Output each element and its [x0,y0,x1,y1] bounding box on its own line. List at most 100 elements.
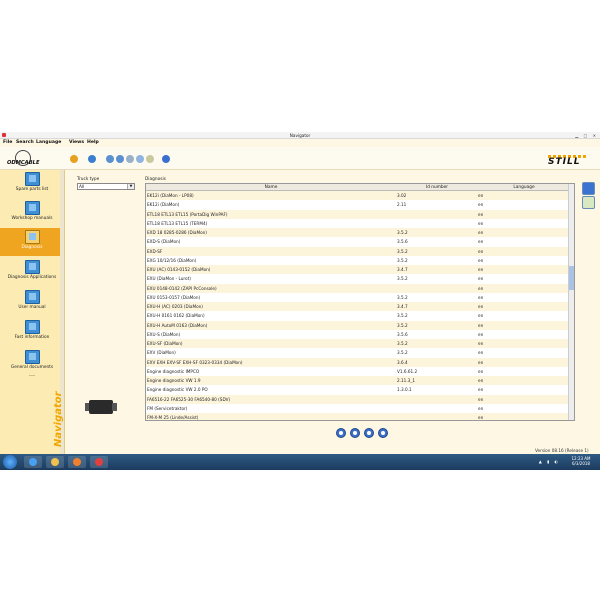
cell-name: EXU-S (DiaMon) [147,331,181,337]
play-icon[interactable] [582,182,595,195]
next-page-icon[interactable] [364,428,374,438]
cell-language: en [478,248,484,254]
sidebar-more[interactable]: ---- [0,374,64,379]
table-row[interactable]: EXU 0153-0157 (DiaMon) 3.5.2 en [146,292,570,302]
table-row[interactable]: EXU-H (AC) 0203 (DiaMon) 3.4.7 en [146,302,570,312]
column-header-id[interactable]: Id number [396,185,478,190]
menu-search[interactable]: Search [16,140,34,145]
cell-name: EXV EXH EXV-SF EXH-SF 0323-0334 (DiaMon) [147,359,243,365]
cell-id: 3.5.2 [397,322,408,328]
truck-type-select[interactable]: All ▼ [77,183,135,190]
sidebar-item-workshop-manuals[interactable]: Workshop manuals [0,199,64,227]
table-row[interactable]: EXV EXH EXV-SF EXH-SF 0323-0334 (DiaMon)… [146,357,570,367]
taskbar-explorer-icon[interactable] [46,456,64,468]
cell-language: en [478,193,484,198]
table-row[interactable]: EXU-SF (DiaMon) 3.5.2 en [146,339,570,349]
taskbar-media-icon[interactable] [68,456,86,468]
table-row[interactable]: ETL18 ETL13 ETL15 (PortaDig WinPAF) en [146,209,570,219]
table-row[interactable]: EXU (DiaMon - Lurot) 3.5.2 en [146,274,570,284]
first-page-icon[interactable] [336,428,346,438]
add-favorite-icon[interactable] [582,196,595,209]
table-row[interactable]: EXD-S (DiaMon) 3.5.6 en [146,237,570,247]
cell-name: EXD-S (DiaMon) [147,239,181,245]
cell-language: en [478,322,484,328]
cell-language: en [478,359,484,365]
start-button-icon[interactable] [3,455,17,469]
search-icon[interactable] [136,155,144,163]
table-row[interactable]: EK12i (DiaMon) 2.11 en [146,200,570,210]
menu-file[interactable]: File [3,140,12,145]
table-row[interactable]: FM (Servicetraktor) en [146,403,570,413]
window-controls[interactable]: ▁ ▢ ✕ [575,133,598,138]
folder-icon [25,172,40,186]
table-row[interactable]: EXV (DiaMon) 3.5.2 en [146,348,570,358]
menu-language[interactable]: Language [36,140,61,145]
sidebar-item-label: General documents [10,365,54,370]
table-row[interactable]: Engine diagnostic IMPCO V1.6.61.2 en [146,366,570,376]
taskbar: ▲ ▮ ◐ 12:23 AM 6/3/2018 [0,454,600,470]
still-logo: STILL [548,155,594,167]
folder-icon [25,201,40,215]
globe-icon[interactable] [88,155,96,163]
last-page-icon[interactable] [378,428,388,438]
cell-language: en [478,276,484,282]
table-row[interactable]: EK12i (DiaMon - LP08) 3.02 en [146,191,570,201]
cell-id: 3.02 [397,193,407,198]
table-scrollbar[interactable] [568,184,574,420]
truck-type-label: Truck type [77,177,100,182]
folder-icon [25,320,40,334]
tools-icon[interactable] [70,155,78,163]
cell-name: FM (Servicetraktor) [147,405,188,411]
device-bracket-right [112,403,117,411]
cell-id: 2.11 [397,202,407,208]
back-icon[interactable] [106,155,114,163]
table-row[interactable]: Engine diagnostic VW 2.0 PO 1.3.0.1 en [146,385,570,395]
cell-id: 3.5.2 [397,313,408,319]
cell-language: en [478,304,484,309]
table-row[interactable]: EXD 18 0285-0286 (DiaMon) 3.5.2 en [146,228,570,238]
scrollbar-thumb[interactable] [569,266,574,290]
table-row[interactable]: ETL18 ETL13 ETL15 (TERM4) en [146,218,570,228]
home-icon[interactable] [146,155,154,163]
cell-id: 3.5.2 [397,257,408,263]
table-row[interactable]: EXU-S (DiaMon) 3.5.6 en [146,329,570,339]
folder-open-icon [25,230,40,244]
sidebar-item-spare-parts[interactable]: Spare parts list [0,170,64,198]
sidebar-item-fast-information[interactable]: Fast information [0,318,64,346]
logo-text: ODMCABLE [7,160,40,166]
cell-id: 3.5.2 [397,248,408,254]
taskbar-navigator-icon[interactable] [90,456,108,468]
cell-name: EXU 0153-0157 (DiaMon) [147,294,201,300]
forward-icon[interactable] [116,155,124,163]
sidebar-item-label: Workshop manuals [11,216,53,221]
table-row[interactable]: EXU 0148-0142 (ZAPI PcConsole) en [146,283,570,293]
taskbar-ie-icon[interactable] [24,456,42,468]
table-row[interactable]: EXD-SF 3.5.2 en [146,246,570,256]
sidebar-item-general-documents[interactable]: General documents [0,348,64,376]
table-row[interactable]: EXU-H AutoM 0163 (DiaMon) 3.5.2 en [146,320,570,330]
sidebar-item-user-manual[interactable]: User manual [0,288,64,316]
table-row[interactable]: FM-X-M 25 (Linde/Assist) en [146,413,570,420]
table-row[interactable]: EXU-H 0161 0162 (DiaMon) 3.5.2 en [146,311,570,321]
toolbar: ODMCABLE STILL [0,147,600,170]
sidebar-item-diagnosis[interactable]: Diagnosis [0,228,64,256]
menu-help[interactable]: Help [87,140,99,145]
cell-language: en [478,267,484,272]
print-icon[interactable] [126,155,134,163]
table-row[interactable]: FA6516-22 FA6525-30 FA6540-80 (SDV) en [146,394,570,404]
column-header-language[interactable]: Language [478,185,570,190]
folder-icon [25,290,40,304]
table-row[interactable]: EXU (AC) 0143-0152 (DiaMon) 3.4.7 en [146,265,570,275]
table-row[interactable]: Engine diagnostic VW 1.9 2.11.3_1 en [146,376,570,386]
cell-language: en [478,220,484,226]
sidebar-item-diagnosis-applications[interactable]: Diagnosis Applications [0,258,64,286]
help-icon[interactable] [162,155,170,163]
menu-views[interactable]: Views [69,140,84,145]
chevron-down-icon[interactable]: ▼ [127,184,134,189]
taskbar-clock[interactable]: 12:23 AM 6/3/2018 [568,456,594,466]
column-header-name[interactable]: Name [146,185,396,190]
table-row[interactable]: EXG 10/12/16 (DiaMon) 3.5.2 en [146,255,570,265]
system-tray-icons[interactable]: ▲ ▮ ◐ [539,459,560,464]
previous-page-icon[interactable] [350,428,360,438]
cell-name: EXD-SF [147,248,163,254]
